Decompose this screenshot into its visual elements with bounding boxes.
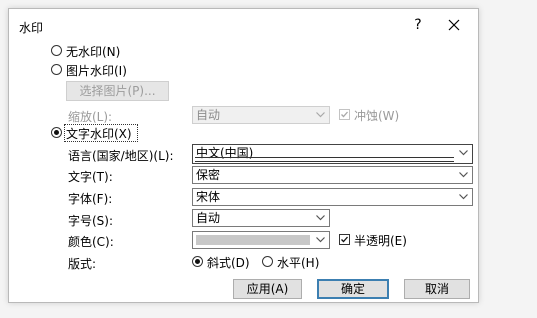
picture-watermark-radio[interactable]: [51, 64, 62, 75]
chevron-down-icon: [455, 189, 472, 205]
scale-select[interactable]: 自动: [192, 106, 330, 124]
picture-watermark-label[interactable]: 图片水印(I): [66, 62, 127, 79]
close-icon: [448, 19, 460, 31]
diagonal-radio[interactable]: [192, 256, 203, 267]
horizontal-label[interactable]: 水平(H): [277, 254, 319, 271]
cancel-button[interactable]: 取消: [404, 279, 470, 299]
chevron-down-icon: [455, 145, 472, 163]
text-label: 文字(T):: [68, 170, 113, 184]
semitransparent-label[interactable]: 半透明(E): [354, 232, 407, 249]
watermark-dialog: 水印 ? 无水印(N) 图片水印(I) 选择图片(P)... 缩放(L): 自动…: [8, 8, 479, 303]
color-swatch: [196, 235, 310, 245]
help-button[interactable]: ?: [407, 15, 429, 35]
layout-label: 版式:: [68, 257, 97, 271]
font-label: 字体(F):: [68, 192, 113, 206]
no-watermark-radio[interactable]: [51, 45, 62, 56]
washout-label[interactable]: 冲蚀(W): [354, 107, 399, 124]
text-value: 保密: [196, 168, 221, 182]
chevron-down-icon: [312, 210, 329, 226]
ok-button[interactable]: 确定: [317, 279, 389, 299]
size-value: 自动: [196, 211, 221, 225]
color-select[interactable]: [192, 231, 330, 249]
close-button[interactable]: [443, 15, 465, 35]
size-label: 字号(S):: [68, 214, 114, 228]
size-select[interactable]: 自动: [192, 209, 330, 227]
chevron-down-icon: [312, 232, 329, 248]
text-watermark-radio[interactable]: [51, 127, 62, 138]
chevron-down-icon: [455, 167, 472, 183]
horizontal-radio[interactable]: [262, 256, 273, 267]
language-select[interactable]: 中文(中国): [192, 144, 473, 164]
semitransparent-checkbox[interactable]: [339, 234, 350, 245]
washout-checkbox[interactable]: [339, 109, 350, 120]
language-label: 语言(国家/地区)(L):: [68, 149, 174, 163]
selection-underline: [195, 157, 454, 162]
chevron-down-icon: [312, 107, 329, 123]
select-picture-button[interactable]: 选择图片(P)...: [66, 81, 169, 101]
scale-label: 缩放(L):: [68, 110, 113, 124]
font-value: 宋体: [196, 190, 221, 204]
dialog-title: 水印: [19, 21, 44, 35]
scale-value: 自动: [196, 108, 221, 122]
text-select[interactable]: 保密: [192, 166, 473, 184]
font-select[interactable]: 宋体: [192, 188, 473, 206]
no-watermark-label[interactable]: 无水印(N): [66, 43, 120, 60]
text-watermark-label[interactable]: 文字水印(X): [66, 125, 132, 142]
apply-button[interactable]: 应用(A): [233, 279, 302, 299]
diagonal-label[interactable]: 斜式(D): [207, 254, 250, 271]
color-label: 颜色(C):: [68, 235, 114, 249]
